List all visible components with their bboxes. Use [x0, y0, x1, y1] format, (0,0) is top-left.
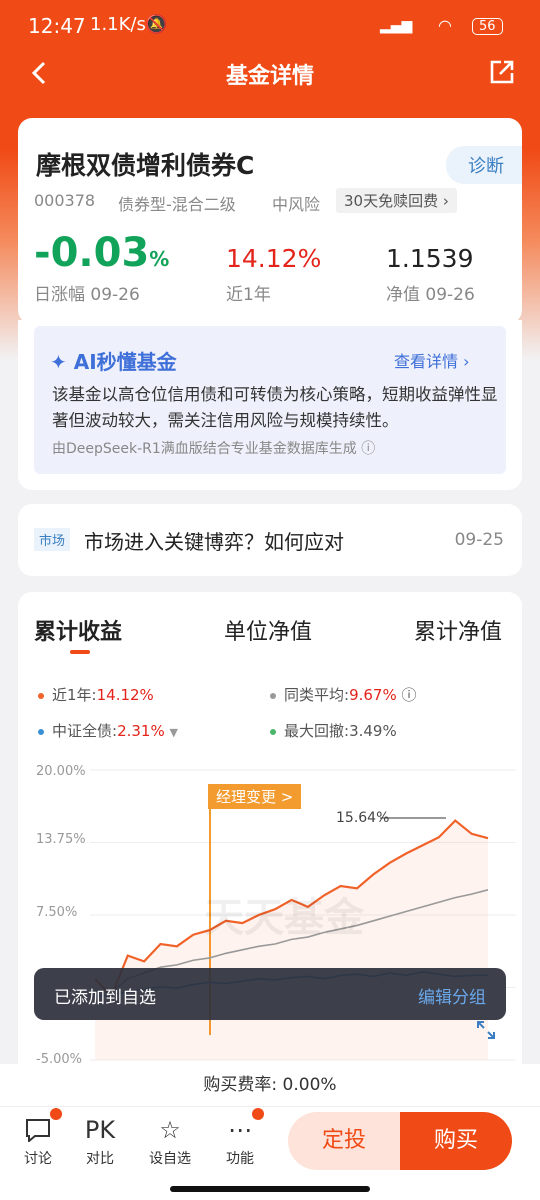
buy-button[interactable]: 购买 — [400, 1112, 512, 1170]
ai-summary: 该基金以高仓位信用债和可转债为核心策略，短期收益弹性显著但波动较大，需关注信用风… — [52, 385, 498, 430]
toast-message: 已添加到自选 — [54, 988, 156, 1008]
signal-icon: ▂▄▆ — [380, 18, 413, 34]
home-indicator — [170, 1186, 370, 1192]
news-card[interactable]: 市场 市场进入关键博弈？如何应对 09-25 — [18, 504, 522, 576]
status-bar: 12:47 1.1K/s 🔕 ▂▄▆ ◠ 56 — [0, 0, 540, 54]
legend-drawdown: 最大回撤:3.49% — [270, 720, 397, 741]
ai-card: ✦ AI秒懂基金 查看详情 › 该基金以高仓位信用债和可转债为核心策略，短期收益… — [18, 320, 522, 490]
tab-cumulative-nav[interactable]: 累计净值 — [414, 614, 502, 646]
legend-fund: 近1年:14.12% — [38, 684, 154, 705]
ai-source: 由DeepSeek-R1满血版结合专业基金数据库生成 ⓘ — [52, 441, 376, 457]
wifi-icon: ◠ — [438, 16, 452, 35]
sparkle-icon: ✦ — [50, 350, 74, 374]
info-icon[interactable]: ⓘ — [402, 686, 417, 704]
network-speed: 1.1K/s — [90, 14, 146, 35]
purchase-fee: 购买费率: 0.00% — [0, 1064, 540, 1106]
status-time: 12:47 — [28, 14, 86, 38]
peak-label: 15.64% — [336, 810, 390, 826]
ai-title: ✦ AI秒懂基金 — [50, 350, 177, 374]
watchlist-button[interactable]: ☆ 设自选 — [140, 1112, 200, 1168]
watermark: 天天基金 — [204, 895, 364, 941]
diagnose-button[interactable]: 诊断 — [446, 146, 522, 184]
fund-code: 000378 — [34, 191, 96, 210]
battery-icon: 56 — [472, 18, 503, 35]
news-title: 市场进入关键博弈？如何应对 — [84, 530, 344, 554]
pk-icon: PK — [84, 1116, 116, 1144]
fee-tag[interactable]: 30天免赎回费 › — [336, 188, 457, 213]
legend-peer: 同类平均:9.67% ⓘ — [270, 684, 417, 705]
toast-action[interactable]: 编辑分组 — [418, 983, 486, 1008]
discuss-button[interactable]: 讨论 — [8, 1108, 68, 1168]
tab-cumulative-return[interactable]: 累计收益 — [34, 614, 122, 646]
manager-change-tag[interactable]: 经理变更 > — [208, 784, 302, 809]
nav-bar: 基金详情 — [0, 54, 540, 92]
legend-index[interactable]: 中证全债:2.31% ▼ — [38, 720, 178, 741]
star-icon: ☆ — [159, 1116, 181, 1144]
functions-button[interactable]: ⋯ 功能 — [210, 1108, 270, 1168]
info-icon[interactable]: ⓘ — [361, 441, 375, 457]
compare-button[interactable]: PK 对比 — [70, 1112, 130, 1168]
toast: 已添加到自选 编辑分组 — [34, 968, 506, 1020]
news-date: 09-25 — [454, 530, 504, 550]
share-icon[interactable] — [488, 58, 516, 86]
nav-label: 净值 09-26 — [386, 285, 475, 305]
news-tag: 市场 — [34, 528, 71, 551]
risk-level: 中风险 — [272, 195, 321, 214]
page-title: 基金详情 — [225, 64, 314, 89]
year-return-label: 近1年 — [226, 285, 271, 305]
day-change: -0.03% — [34, 230, 170, 276]
nav-value: 1.1539 — [386, 244, 474, 273]
tab-indicator — [70, 650, 90, 654]
fullscreen-icon[interactable] — [476, 1020, 496, 1040]
dropdown-icon: ▼ — [169, 726, 178, 739]
fund-card: 摩根双债增利债券C 诊断 000378 债券型-混合二级 中风险 30天免赎回费… — [18, 118, 522, 324]
auto-invest-button[interactable]: 定投 — [288, 1112, 400, 1170]
year-return: 14.12% — [226, 244, 322, 273]
mute-icon: 🔕 — [145, 14, 168, 35]
fund-type: 债券型-混合二级 — [118, 195, 236, 214]
day-change-label: 日涨幅 09-26 — [34, 285, 140, 305]
ai-more-link[interactable]: 查看详情 › — [394, 348, 470, 372]
tab-unit-nav[interactable]: 单位净值 — [224, 614, 312, 646]
fund-name: 摩根双债增利债券C — [36, 151, 255, 180]
